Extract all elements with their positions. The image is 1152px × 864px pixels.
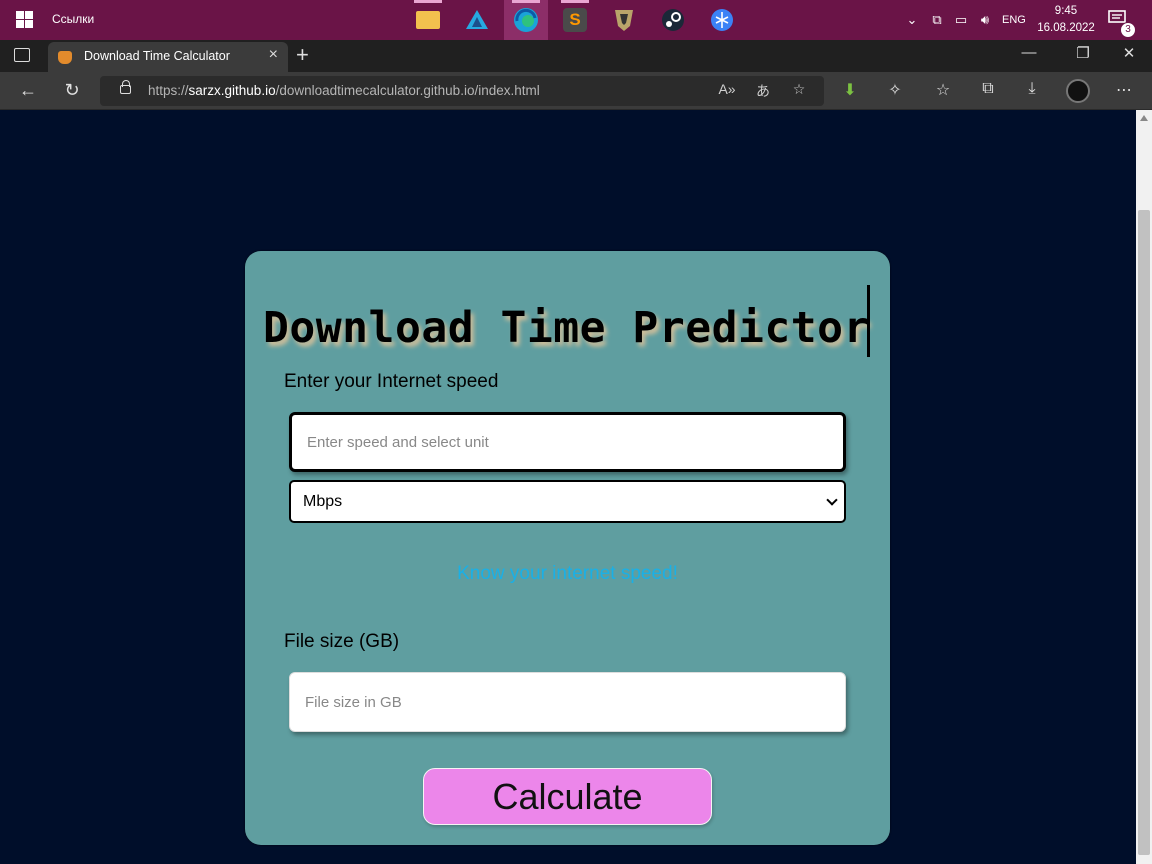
notification-count-badge: 3 [1120, 22, 1136, 38]
clock-time: 9:45 [1054, 5, 1078, 17]
url-text[interactable]: https://sarzx.github.io/downloadtimecalc… [148, 83, 540, 98]
taskbar-clock[interactable]: 9:45 16.08.2022 [1036, 3, 1096, 37]
add-favorite-icon[interactable]: ☆ [788, 81, 810, 98]
sublime-text-icon[interactable]: S [553, 0, 597, 40]
profile-avatar[interactable] [1066, 79, 1090, 103]
chevron-down-icon [826, 494, 838, 506]
download-extension-icon[interactable]: ⬇ [838, 80, 862, 100]
speed-test-link[interactable]: Know your internet speed! [245, 563, 890, 585]
scroll-thumb[interactable] [1138, 210, 1150, 855]
file-size-label: File size (GB) [284, 631, 400, 652]
usb-icon[interactable]: ⧉ [929, 12, 945, 28]
minimize-button[interactable]: — [1014, 44, 1044, 61]
close-window-button[interactable]: ✕ [1114, 44, 1144, 62]
notification-center-icon[interactable]: 3 [1108, 10, 1136, 38]
lock-icon[interactable] [120, 80, 131, 94]
unit-select[interactable]: Mbps [289, 480, 846, 523]
language-indicator[interactable]: ENG [1002, 0, 1026, 40]
windows-start-icon[interactable] [16, 11, 33, 28]
file-size-input[interactable]: File size in GB [289, 672, 846, 732]
restore-button[interactable]: ❐ [1068, 44, 1098, 62]
game-launcher-icon[interactable] [602, 0, 646, 40]
unit-select-value: Mbps [303, 492, 343, 510]
collections-icon[interactable]: ⧉ [976, 80, 1000, 98]
read-aloud-icon[interactable]: A» [716, 81, 738, 97]
favorites-icon[interactable]: ☆ [931, 80, 955, 100]
page-scrollbar[interactable] [1136, 110, 1152, 864]
extensions-icon[interactable]: ✧ [883, 80, 907, 100]
speed-label: Enter your Internet speed [284, 371, 499, 392]
steam-icon[interactable] [651, 0, 695, 40]
tab-close-icon[interactable]: × [269, 46, 278, 64]
file-explorer-icon[interactable] [406, 0, 450, 40]
typing-caret [867, 285, 870, 357]
more-menu-icon[interactable]: ⋯ [1112, 80, 1136, 100]
browser-tab-active[interactable]: Download Time Calculator × [48, 42, 288, 72]
downloads-icon[interactable]: ⤓ [1020, 80, 1044, 98]
new-tab-button[interactable]: + [296, 42, 309, 68]
volume-icon[interactable]: 🔊︎ [977, 12, 993, 28]
browser-tab-bar: Download Time Calculator × [0, 40, 1152, 72]
clock-date: 16.08.2022 [1037, 22, 1095, 34]
tab-actions-icon[interactable] [14, 48, 30, 62]
chevron-up-icon[interactable]: ⌄ [904, 12, 920, 28]
translate-icon[interactable]: あ [752, 81, 774, 101]
calculate-button[interactable]: Calculate [423, 768, 712, 825]
links-toolbar-label[interactable]: Ссылки [52, 12, 94, 26]
affinity-icon[interactable] [455, 0, 499, 40]
refresh-button[interactable]: ↻ [60, 80, 84, 101]
page-title: Download Time Predictor [263, 303, 870, 353]
browser-toolbar: ← ↻ https://sarzx.github.io/downloadtime… [0, 72, 1152, 110]
scroll-up-arrow-icon[interactable] [1140, 115, 1148, 121]
speed-input[interactable]: Enter speed and select unit [289, 412, 846, 472]
network-app-icon[interactable] [700, 0, 744, 40]
network-icon[interactable]: ▭ [953, 12, 969, 28]
address-bar[interactable]: https://sarzx.github.io/downloadtimecalc… [100, 76, 824, 106]
back-button[interactable]: ← [16, 80, 40, 101]
site-favicon-icon [58, 51, 72, 64]
windows-taskbar: Ссылки S ⌄ ⧉ ▭ 🔊︎ ENG 9:45 16.08.2022 3 [0, 0, 1152, 40]
edge-icon[interactable] [504, 0, 548, 40]
tab-title: Download Time Calculator [84, 49, 230, 63]
calculator-card: Download Time Predictor Enter your Inter… [245, 251, 890, 845]
